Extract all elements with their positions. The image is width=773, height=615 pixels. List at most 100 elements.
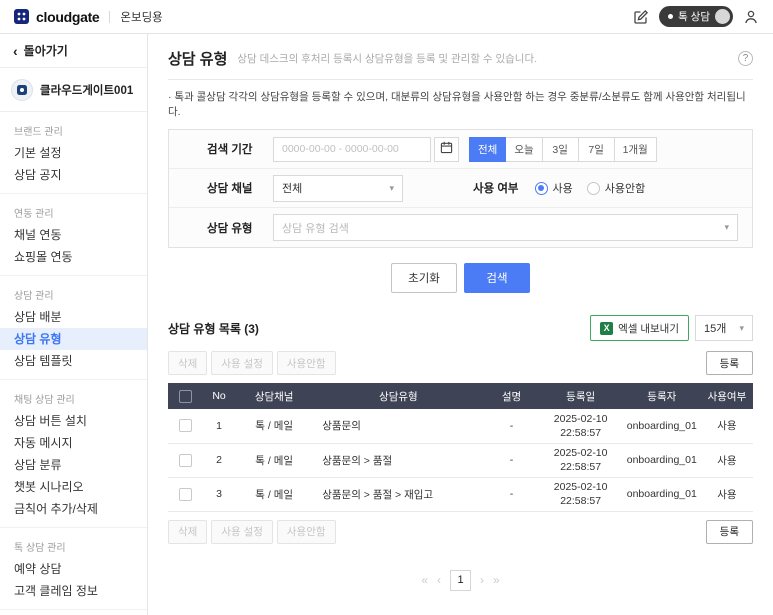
sidebar-item-banned-words[interactable]: 금칙어 추가/삭제 xyxy=(0,498,147,520)
help-icon[interactable]: ? xyxy=(738,51,753,66)
page-1-button[interactable]: 1 xyxy=(450,569,471,591)
cell-desc: - xyxy=(484,443,539,478)
table-toolbar-top: 삭제 사용 설정 사용안함 등록 xyxy=(168,351,753,375)
quick-filter-today[interactable]: 오늘 xyxy=(505,136,543,162)
row-checkbox[interactable] xyxy=(178,453,192,467)
excel-icon: X xyxy=(600,321,614,335)
sidebar-section-consult: 상담 관리 상담 배분 상담 유형 상담 템플릿 xyxy=(0,276,147,380)
filter-row-channel: 상담 채널 전체 ▾ 사용 여부 사용 사용안함 xyxy=(169,169,752,208)
enable-button[interactable]: 사용 설정 xyxy=(211,351,273,375)
sidebar-item-channel-integration[interactable]: 채널 연동 xyxy=(0,224,147,246)
compose-icon[interactable] xyxy=(633,9,649,25)
status-badge[interactable]: 톡 상담 xyxy=(659,6,733,27)
disable-button[interactable]: 사용안함 xyxy=(276,519,336,544)
quick-filter-7days[interactable]: 7일 xyxy=(577,136,615,162)
cell-channel: 톡 / 메일 xyxy=(236,477,313,512)
header-writer: 등록자 xyxy=(622,383,701,409)
pagination: « ‹ 1 › » xyxy=(168,569,753,591)
sidebar-item-reservation-consult[interactable]: 예약 상담 xyxy=(0,558,147,580)
cell-type: 상품문의 > 품절 > 재입고 xyxy=(312,477,485,512)
cell-writer: onboarding_01 xyxy=(622,409,701,444)
reset-button[interactable]: 초기화 xyxy=(391,263,457,293)
top-header: cloudgate 온보딩용 톡 상담 xyxy=(0,0,773,34)
user-icon[interactable] xyxy=(743,9,759,25)
first-page-button[interactable]: « xyxy=(421,573,428,587)
next-page-button[interactable]: › xyxy=(480,573,484,587)
cell-checkbox xyxy=(168,443,203,478)
date-value: 2025-02-10 xyxy=(553,412,608,425)
main-content: 상담 유형 상담 데스크의 후처리 등록시 상담유형을 등록 및 관리할 수 있… xyxy=(148,34,773,615)
radio-unuse[interactable]: 사용안함 xyxy=(586,180,645,196)
prev-page-button[interactable]: ‹ xyxy=(437,573,441,587)
date-value: 2025-02-10 xyxy=(553,446,608,459)
sidebar-item-consult-template[interactable]: 상담 템플릿 xyxy=(0,350,147,372)
sidebar-item-chatbot-scenario[interactable]: 챗봇 시나리오 xyxy=(0,476,147,498)
sidebar-item-basic-settings[interactable]: 기본 설정 xyxy=(0,142,147,164)
back-link[interactable]: ‹ 돌아가기 xyxy=(0,34,147,68)
calendar-icon xyxy=(440,141,453,157)
select-all-checkbox[interactable] xyxy=(178,389,192,403)
cell-type: 상품문의 xyxy=(312,409,485,444)
search-button[interactable]: 검색 xyxy=(464,263,530,293)
header-checkbox-cell xyxy=(168,383,203,409)
excel-export-button[interactable]: X 엑셀 내보내기 xyxy=(590,315,689,341)
table-row[interactable]: 1 톡 / 메일 상품문의 - 2025-02-10 22:58:57 onbo… xyxy=(168,409,753,444)
filter-panel: 검색 기간 전체 오늘 3일 7일 1개월 상담 채널 전 xyxy=(168,129,753,248)
header-use: 사용여부 xyxy=(700,383,753,409)
sidebar-item-consult-notice[interactable]: 상담 공지 xyxy=(0,164,147,186)
sidebar-item-consult-assignment[interactable]: 상담 배분 xyxy=(0,306,147,328)
header-channel: 상담채널 xyxy=(236,383,313,409)
quick-filter-1month[interactable]: 1개월 xyxy=(613,136,657,162)
logo-text[interactable]: cloudgate xyxy=(36,9,100,25)
page-size-select[interactable]: 15개 ▾ xyxy=(695,315,753,341)
header-actions: 톡 상담 xyxy=(633,6,759,27)
row-checkbox[interactable] xyxy=(178,487,192,501)
date-range-input[interactable] xyxy=(273,136,431,162)
register-button[interactable]: 등록 xyxy=(705,519,753,544)
time-value: 22:58:57 xyxy=(560,426,602,439)
table-row[interactable]: 3 톡 / 메일 상품문의 > 품절 > 재입고 - 2025-02-10 22… xyxy=(168,477,753,512)
list-header: 상담 유형 목록 (3) X 엑셀 내보내기 15개 ▾ xyxy=(168,315,753,341)
sidebar-item-mall-integration[interactable]: 쇼핑몰 연동 xyxy=(0,246,147,268)
radio-use[interactable]: 사용 xyxy=(534,180,573,196)
excel-export-label: 엑셀 내보내기 xyxy=(618,322,679,335)
quick-filter-3days[interactable]: 3일 xyxy=(541,136,579,162)
period-label: 검색 기간 xyxy=(207,144,253,156)
sidebar-item-consult-category[interactable]: 상담 분류 xyxy=(0,454,147,476)
sidebar-item-chat-button-install[interactable]: 상담 버튼 설치 xyxy=(0,410,147,432)
delete-button[interactable]: 삭제 xyxy=(168,519,208,544)
sidebar-section-brand: 브랜드 관리 기본 설정 상담 공지 xyxy=(0,112,147,194)
cell-checkbox xyxy=(168,409,203,444)
calendar-button[interactable] xyxy=(434,136,459,162)
register-button[interactable]: 등록 xyxy=(705,351,753,375)
quick-filter-all[interactable]: 전체 xyxy=(469,136,507,162)
sidebar-section-talk-consult: 톡 상담 관리 예약 상담 고객 클레임 정보 xyxy=(0,528,147,610)
row-checkbox[interactable] xyxy=(178,419,192,433)
enable-button[interactable]: 사용 설정 xyxy=(211,519,273,544)
sidebar-item-consult-type[interactable]: 상담 유형 xyxy=(0,328,147,350)
table-row[interactable]: 2 톡 / 메일 상품문의 > 품절 - 2025-02-10 22:58:57… xyxy=(168,443,753,478)
header-date: 등록일 xyxy=(538,383,623,409)
disable-button[interactable]: 사용안함 xyxy=(276,351,336,375)
profile[interactable]: 클라우드게이트001 xyxy=(0,68,147,112)
cell-desc: - xyxy=(484,477,539,512)
chevron-down-icon: ▾ xyxy=(739,322,744,333)
channel-select[interactable]: 전체 ▾ xyxy=(273,174,403,202)
cell-channel: 톡 / 메일 xyxy=(236,409,313,444)
delete-button[interactable]: 삭제 xyxy=(168,351,208,375)
filter-row-type: 상담 유형 상담 유형 검색 ▾ xyxy=(169,208,752,247)
cell-no: 2 xyxy=(202,443,237,478)
sidebar-item-auto-message[interactable]: 자동 메시지 xyxy=(0,432,147,454)
status-toggle-knob[interactable] xyxy=(715,9,730,24)
page-subtitle: 상담 데스크의 후처리 등록시 상담유형을 등록 및 관리할 수 있습니다. xyxy=(237,53,538,65)
type-select[interactable]: 상담 유형 검색 ▾ xyxy=(273,214,738,241)
type-select-placeholder: 상담 유형 검색 xyxy=(282,222,349,235)
period-quick-filters: 전체 오늘 3일 7일 1개월 xyxy=(469,136,657,162)
chevron-down-icon: ▾ xyxy=(389,182,394,193)
sidebar-item-customer-claim-info[interactable]: 고객 클레임 정보 xyxy=(0,580,147,602)
last-page-button[interactable]: » xyxy=(493,573,500,587)
time-value: 22:58:57 xyxy=(560,495,602,507)
cell-use: 사용 xyxy=(700,443,753,478)
sidebar-section-survey: 설문조사 관리 설문조사 설정 설문조사 진행상태 xyxy=(0,610,147,615)
date-value: 2025-02-10 xyxy=(553,480,608,493)
